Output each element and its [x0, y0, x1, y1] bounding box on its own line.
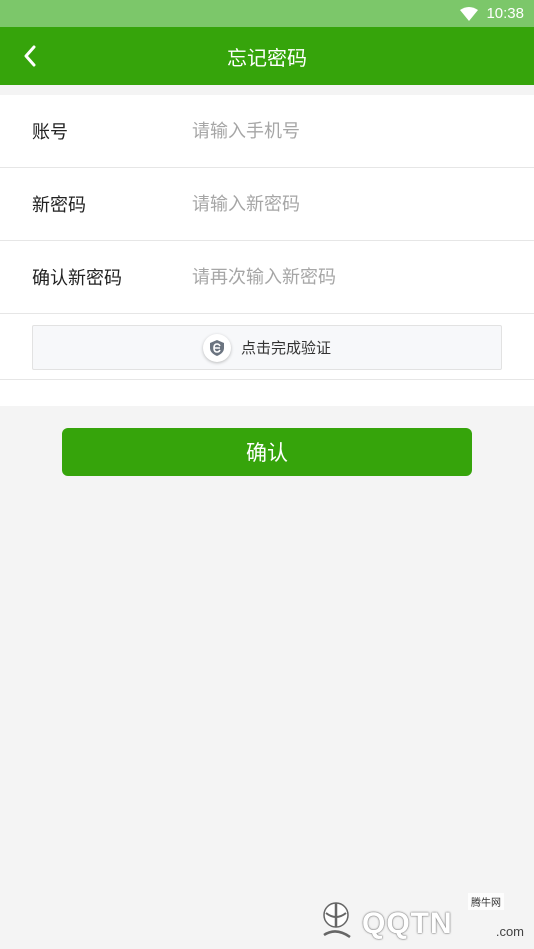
- shield-e-icon: [202, 333, 231, 362]
- form-panel: 账号 新密码 确认新密码 点击完成验证: [0, 95, 534, 406]
- new-password-input[interactable]: [190, 184, 514, 224]
- confirm-password-input[interactable]: [190, 257, 514, 297]
- watermark-brand: QQTN: [362, 907, 453, 940]
- divider: [0, 379, 534, 380]
- watermark: QQTN 腾牛网 .com: [314, 893, 524, 943]
- new-password-label: 新密码: [32, 195, 86, 216]
- account-row: 账号: [0, 95, 534, 168]
- chevron-left-icon: [24, 45, 36, 67]
- watermark-domain: .com: [495, 924, 524, 939]
- page-title: 忘记密码: [227, 45, 307, 70]
- wifi-icon: [460, 6, 479, 21]
- captcha-verify-button[interactable]: 点击完成验证: [32, 325, 502, 370]
- status-bar: 10:38: [0, 0, 534, 27]
- verify-label: 点击完成验证: [240, 339, 331, 357]
- confirm-button[interactable]: 确认: [62, 428, 472, 476]
- new-password-row: 新密码: [0, 168, 534, 241]
- qqtn-logo-icon: [323, 902, 351, 939]
- confirm-password-label: 确认新密码: [32, 268, 122, 289]
- watermark-site: 腾牛网: [468, 893, 504, 910]
- account-input[interactable]: [190, 111, 514, 151]
- back-button[interactable]: [10, 36, 50, 76]
- status-time: 10:38: [486, 5, 524, 22]
- status-indicators: 10:38: [460, 0, 524, 27]
- app-bar: 忘记密码: [0, 27, 534, 85]
- account-label: 账号: [32, 122, 68, 143]
- confirm-password-row: 确认新密码: [0, 241, 534, 314]
